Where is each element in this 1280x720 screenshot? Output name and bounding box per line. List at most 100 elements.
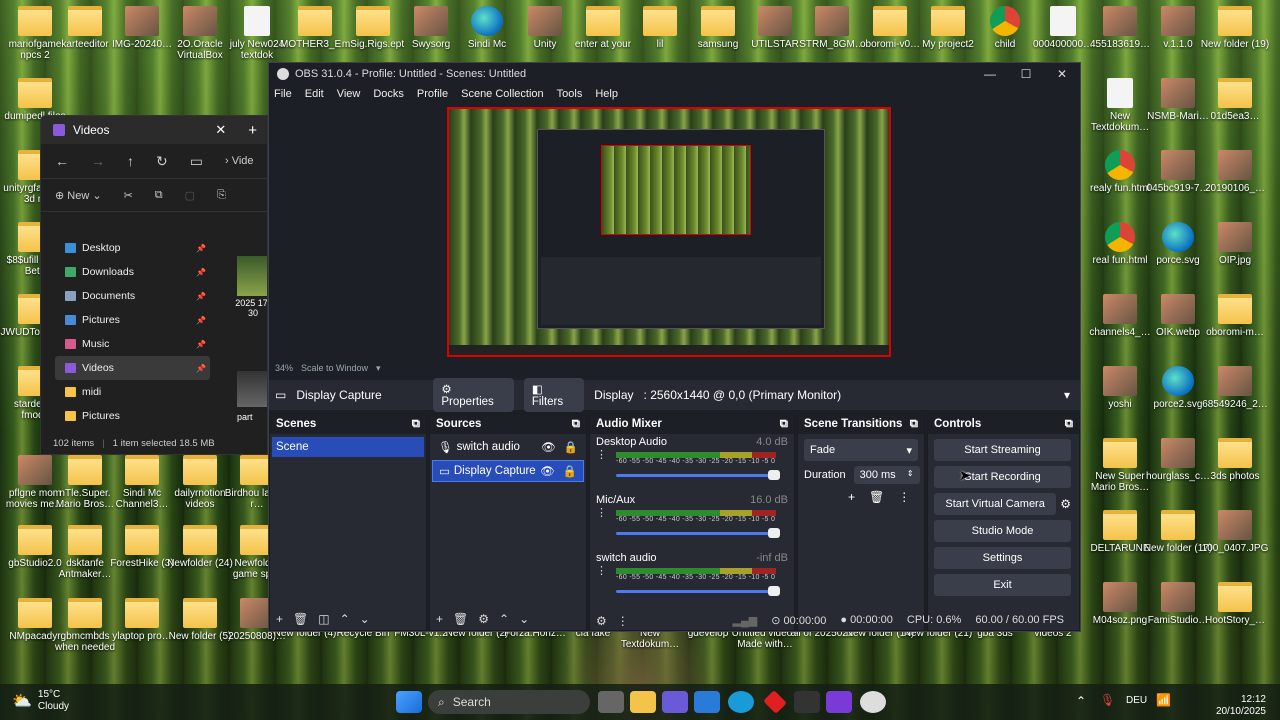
app-icon[interactable]	[763, 690, 787, 714]
pin-icon[interactable]: 📌	[196, 340, 206, 349]
pin-icon[interactable]: 📌	[196, 268, 206, 277]
monitor-icon[interactable]: ▭	[190, 153, 203, 170]
nav-item-desktop[interactable]: Desktop 📌	[55, 236, 210, 260]
start-streaming-button[interactable]: Start Streaming	[934, 439, 1071, 461]
transition-select[interactable]: Fade ▾	[804, 439, 918, 461]
nav-item-videos[interactable]: Videos 📌	[55, 356, 210, 380]
taskbar-search[interactable]: ⌕ Search	[428, 690, 590, 714]
add-icon[interactable]: +	[848, 490, 855, 504]
teams-icon[interactable]	[662, 691, 688, 713]
volume-slider[interactable]	[616, 470, 780, 480]
weather-widget[interactable]: ⛅ 15°C Cloudy	[12, 689, 69, 713]
microphone-icon[interactable]: 🎙	[1100, 693, 1115, 707]
gdevelop-icon[interactable]	[826, 691, 852, 713]
menu-dots-icon[interactable]: ⋮	[596, 450, 607, 461]
undock-icon[interactable]: ⧉	[412, 418, 420, 431]
video-thumbnail-2[interactable]	[237, 371, 267, 407]
copy-icon[interactable]: ⧉	[155, 189, 163, 202]
menu-item-scene-collection[interactable]: Scene Collection	[461, 88, 544, 100]
menu-item-edit[interactable]: Edit	[305, 88, 324, 100]
undock-icon[interactable]: ⧉	[1065, 418, 1073, 431]
start-virtual-camera-button[interactable]: Start Virtual Camera	[934, 493, 1057, 515]
clock[interactable]: 12:12 20/10/2025	[1200, 694, 1266, 718]
filters-button[interactable]: ◧ Filters	[523, 378, 585, 412]
visibility-eye-icon[interactable]: 👁	[541, 440, 556, 454]
pin-icon[interactable]: 📌	[196, 292, 206, 301]
volume-slider[interactable]	[616, 528, 780, 538]
visibility-eye-icon[interactable]: 👁	[540, 464, 555, 478]
desktop-icon[interactable]: New folder (19)	[1200, 6, 1270, 50]
source-item-display-capture[interactable]: ▭ Display Capture 👁 🔒	[432, 460, 584, 482]
explorer-tab[interactable]: Videos ✕ +	[41, 116, 267, 144]
cut-icon[interactable]: ✂	[124, 189, 133, 202]
pin-icon[interactable]: 📌	[196, 364, 206, 373]
desktop-icon[interactable]: 20190106_…	[1200, 150, 1270, 194]
nav-item-midi[interactable]: midi	[55, 380, 210, 404]
undock-icon[interactable]: ⧉	[780, 418, 788, 431]
lock-icon[interactable]: 🔒	[563, 464, 577, 478]
obs-taskbar-icon[interactable]	[860, 691, 886, 713]
gear-icon[interactable]: ⚙	[1060, 497, 1071, 511]
scene-item[interactable]: Scene	[272, 437, 424, 457]
scale-mode[interactable]: Scale to Window	[301, 363, 368, 373]
up-arrow-icon[interactable]: ↑	[127, 153, 134, 169]
duration-spinbox[interactable]: 300 ms ⇕	[853, 466, 920, 484]
menu-item-profile[interactable]: Profile	[417, 88, 448, 100]
start-icon[interactable]	[396, 691, 422, 713]
video-thumbnail[interactable]	[237, 256, 267, 296]
desktop-icon[interactable]: 100_0407.JPG	[1200, 510, 1270, 554]
nav-item-documents[interactable]: Documents 📌	[55, 284, 210, 308]
volume-slider[interactable]	[616, 586, 780, 596]
desktop-icon[interactable]: 3ds photos	[1200, 438, 1270, 482]
preview-area[interactable]	[269, 104, 1080, 362]
edge-icon[interactable]	[728, 691, 754, 713]
settings-button[interactable]: Settings	[934, 547, 1071, 569]
close-tab-icon[interactable]: ✕	[215, 122, 226, 138]
undock-icon[interactable]: ⧉	[572, 418, 580, 431]
display-capture-preview[interactable]	[447, 107, 891, 357]
menu-item-docks[interactable]: Docks	[373, 88, 404, 100]
language-indicator[interactable]: DEU	[1126, 695, 1147, 706]
rename-icon[interactable]: ⎘	[217, 189, 226, 202]
slider-knob[interactable]	[768, 470, 780, 480]
lock-icon[interactable]: 🔒	[564, 440, 578, 454]
forward-arrow-icon[interactable]: →	[91, 153, 105, 169]
paste-icon[interactable]: ▢	[185, 189, 195, 202]
menu-item-tools[interactable]: Tools	[557, 88, 583, 100]
slider-knob[interactable]	[768, 586, 780, 596]
pin-icon[interactable]: 📌	[196, 244, 206, 253]
pin-icon[interactable]: 📌	[196, 316, 206, 325]
breadcrumb[interactable]: › Vide	[225, 155, 254, 167]
exit-button[interactable]: Exit	[934, 574, 1071, 596]
chevron-down-icon[interactable]: ▾	[1064, 388, 1070, 402]
desktop-icon[interactable]: OIP.jpg	[1200, 222, 1270, 266]
back-arrow-icon[interactable]: ←	[55, 153, 69, 169]
nav-item-music[interactable]: Music 📌	[55, 332, 210, 356]
nav-item-pictures[interactable]: Pictures	[55, 404, 210, 428]
nav-item-downloads[interactable]: Downloads 📌	[55, 260, 210, 284]
maximize-icon[interactable]: ☐	[1008, 63, 1044, 85]
slider-knob[interactable]	[768, 528, 780, 538]
menu-dots-icon[interactable]: ⋮	[898, 490, 910, 504]
display-select[interactable]: : 2560x1440 @ 0,0 (Primary Monitor)	[644, 388, 1054, 402]
menu-dots-icon[interactable]: ⋮	[596, 566, 607, 577]
file-explorer-icon[interactable]	[630, 691, 656, 713]
source-item-switch-audio[interactable]: 🎙 switch audio 👁 🔒	[432, 436, 584, 458]
new-button[interactable]: ⊕ New ⌄	[55, 189, 102, 202]
obs-title-bar[interactable]: OBS 31.0.4 - Profile: Untitled - Scenes:…	[269, 63, 1080, 85]
task-view-icon[interactable]	[598, 691, 624, 713]
menu-item-file[interactable]: File	[274, 88, 292, 100]
undock-icon[interactable]: ⧉	[910, 418, 918, 431]
properties-button[interactable]: ⚙ Properties	[433, 378, 514, 412]
close-icon[interactable]: ✕	[1044, 63, 1080, 85]
wifi-icon[interactable]: 📶	[1156, 693, 1171, 707]
minimize-icon[interactable]: —	[972, 63, 1008, 85]
menu-item-help[interactable]: Help	[595, 88, 618, 100]
desktop-icon[interactable]: HootStory_…	[1200, 582, 1270, 626]
nav-item-pictures[interactable]: Pictures 📌	[55, 308, 210, 332]
store-icon[interactable]	[694, 691, 720, 713]
studio-mode-button[interactable]: Studio Mode	[934, 520, 1071, 542]
start-recording-button[interactable]: Start Recording	[934, 466, 1071, 488]
chevron-down-icon[interactable]: ▾	[376, 363, 381, 374]
chevron-up-icon[interactable]: ⌃	[1076, 694, 1086, 708]
